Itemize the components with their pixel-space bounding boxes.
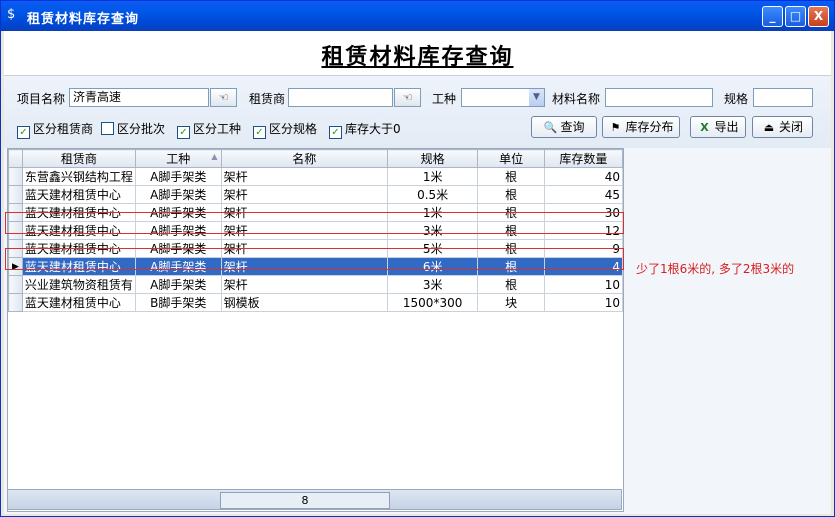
table-cell[interactable]: A脚手架类 — [134, 185, 222, 204]
table-cell[interactable]: 钢模板 — [220, 293, 388, 312]
window-title: 租赁材料库存查询 — [27, 12, 140, 27]
table-cell[interactable]: 45 — [543, 185, 623, 204]
table-cell[interactable]: 架杆 — [220, 185, 388, 204]
query-button[interactable]: 🔍 查询 — [531, 116, 597, 138]
chevron-down-icon[interactable]: ▼ — [529, 89, 544, 106]
table-cell[interactable]: 10 — [543, 275, 623, 294]
table-cell[interactable]: 架杆 — [220, 275, 388, 294]
checkmark-icon[interactable]: ✓ — [177, 126, 190, 139]
table-cell[interactable]: 根 — [477, 167, 545, 186]
row-indicator[interactable] — [8, 275, 23, 294]
table-cell[interactable]: B脚手架类 — [134, 293, 222, 312]
table-row[interactable]: 蓝天建材租赁中心 B脚手架类 钢模板 1500*300 块 10 — [8, 293, 623, 312]
table-cell[interactable]: 根 — [477, 185, 545, 204]
banner: 租赁材料库存查询 — [4, 31, 831, 76]
close-window-button[interactable]: X — [808, 6, 829, 27]
column-header-stock[interactable]: 库存数量 — [543, 149, 623, 168]
project-input[interactable]: 济青高速 — [69, 88, 209, 107]
hand-pointer-icon: ☜ — [402, 91, 413, 104]
row-indicator[interactable] — [8, 185, 23, 204]
highlight-box-3m — [5, 212, 624, 234]
checkbox-by-batch[interactable]: 区分批次 — [101, 120, 165, 137]
row-indicator[interactable] — [8, 293, 23, 312]
table-cell[interactable]: 1500*300 — [386, 293, 479, 312]
lessor-label: 租赁商 — [249, 92, 286, 106]
project-label: 项目名称 — [17, 92, 66, 106]
table-cell[interactable]: 兴业建筑物资租赁有 — [21, 275, 136, 294]
export-button[interactable]: X 导出 — [690, 116, 746, 138]
annotation-note: 少了1根6米的, 多了2根3米的 — [636, 262, 795, 276]
excel-icon: X — [700, 121, 709, 134]
table-cell[interactable]: 3米 — [386, 275, 479, 294]
checkbox-by-lessor[interactable]: ✓ 区分租赁商 — [17, 120, 93, 139]
table-row[interactable]: 东营鑫兴钢结构工程 A脚手架类 架杆 1米根 40 — [8, 167, 623, 186]
magnifier-icon: 🔍 — [543, 121, 558, 134]
table-cell[interactable]: A脚手架类 — [134, 275, 222, 294]
table-cell[interactable]: 1米 — [386, 167, 479, 186]
row-count-cell: 8 — [220, 492, 390, 509]
column-header-spec[interactable]: 规格 — [386, 149, 479, 168]
stock-distribution-button[interactable]: ⚑ 库存分布 — [602, 116, 680, 138]
checkbox-by-trade[interactable]: ✓ 区分工种 — [177, 120, 241, 139]
spec-input[interactable] — [753, 88, 813, 107]
highlight-box-6m — [5, 248, 624, 270]
lessor-input[interactable] — [288, 88, 393, 107]
row-indicator[interactable] — [8, 167, 23, 186]
checkbox-by-spec[interactable]: ✓ 区分规格 — [253, 120, 317, 139]
minimize-button[interactable]: _ — [762, 6, 783, 27]
table-cell[interactable]: 根 — [477, 275, 545, 294]
material-label: 材料名称 — [552, 92, 601, 106]
sort-ascending-icon: ▲ — [211, 152, 218, 161]
table-cell[interactable]: 块 — [477, 293, 545, 312]
lessor-picker-button[interactable]: ☜ — [394, 88, 421, 107]
hand-pointer-icon: ☜ — [218, 91, 229, 104]
close-button[interactable]: ⏏ 关闭 — [752, 116, 813, 138]
trade-label: 工种 — [432, 92, 457, 106]
table-cell[interactable]: A脚手架类 — [134, 167, 222, 186]
table-header-row: 租赁商 工种 ▲ 名称 规格 单位 库存数量 — [8, 149, 623, 168]
inventory-grid[interactable]: 租赁商 工种 ▲ 名称 规格 单位 库存数量 东营鑫兴钢结构工程 A脚手架类 架杆 1米… — [7, 148, 624, 512]
exit-door-icon: ⏏ — [763, 121, 775, 134]
app-window: $ 租赁材料库存查询 _ □ X 租赁材料库存查询 项目名称 济青高速 ☜ 租赁… — [0, 0, 835, 517]
trade-select[interactable]: ▼ — [461, 88, 545, 107]
maximize-button[interactable]: □ — [785, 6, 806, 27]
table-cell[interactable]: 40 — [543, 167, 623, 186]
spec-label: 规格 — [724, 92, 749, 106]
distribution-icon: ⚑ — [610, 121, 621, 134]
checkmark-icon[interactable]: ✓ — [17, 126, 30, 139]
checkbox-stock-gt-zero[interactable]: ✓ 库存大于0 — [329, 120, 401, 139]
table-cell[interactable]: 东营鑫兴钢结构工程 — [21, 167, 136, 186]
page-title: 租赁材料库存查询 — [321, 44, 514, 70]
table-cell[interactable]: 架杆 — [220, 167, 388, 186]
table-cell[interactable]: 蓝天建材租赁中心 — [21, 185, 136, 204]
table-row[interactable]: 蓝天建材租赁中心 A脚手架类 架杆 0.5米根 45 — [8, 185, 623, 204]
checkbox-empty-icon[interactable] — [101, 122, 114, 135]
table-cell[interactable]: 10 — [543, 293, 623, 312]
project-picker-button[interactable]: ☜ — [210, 88, 237, 107]
checkmark-icon[interactable]: ✓ — [253, 126, 266, 139]
grid-footer: 8 — [7, 489, 622, 510]
title-bar: $ 租赁材料库存查询 _ □ X — [1, 1, 834, 31]
table-row[interactable]: 兴业建筑物资租赁有 A脚手架类 架杆 3米根 10 — [8, 275, 623, 294]
column-header-lessor[interactable]: 租赁商 — [21, 149, 136, 168]
filter-panel: 项目名称 济青高速 ☜ 租赁商 ☜ 工种 ▼ 材料名称 规格 ✓ 区分租赁商 区分… — [4, 76, 831, 148]
row-indicator-header — [8, 149, 23, 168]
column-header-trade[interactable]: 工种 ▲ — [134, 149, 222, 168]
column-header-name[interactable]: 名称 — [220, 149, 388, 168]
material-input[interactable] — [605, 88, 713, 107]
app-icon: $ — [7, 7, 16, 22]
table-cell[interactable]: 蓝天建材租赁中心 — [21, 293, 136, 312]
column-header-unit[interactable]: 单位 — [477, 149, 545, 168]
checkmark-icon[interactable]: ✓ — [329, 126, 342, 139]
table-cell[interactable]: 0.5米 — [386, 185, 479, 204]
